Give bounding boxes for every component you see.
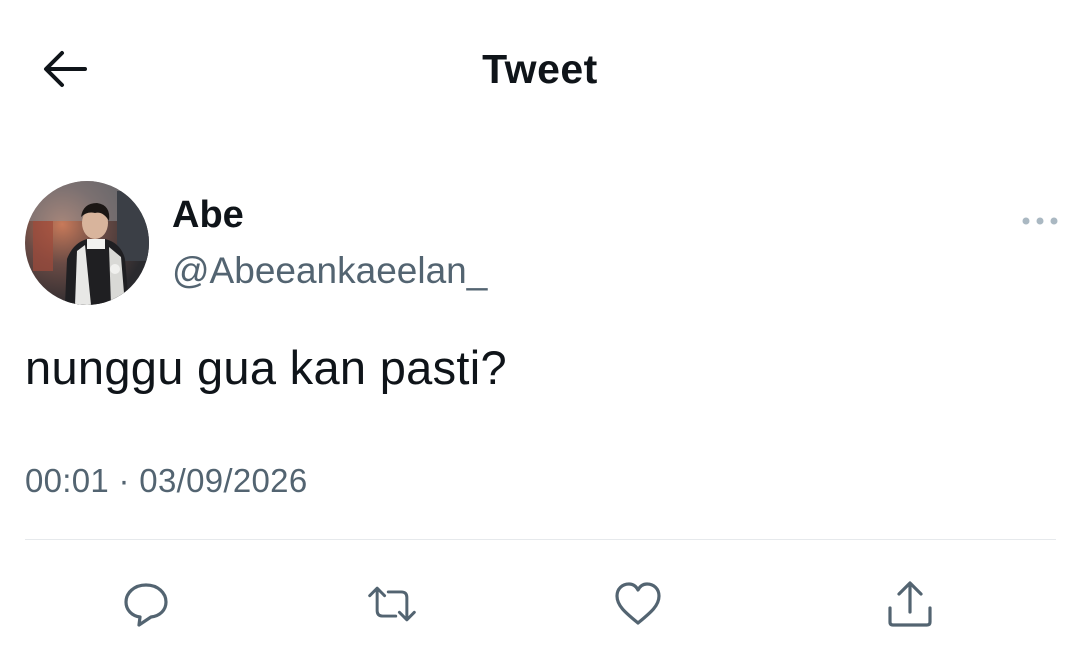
divider xyxy=(25,539,1056,540)
author-display-name[interactable]: Abe xyxy=(172,194,244,237)
tweet-text: nunggu gua kan pasti? xyxy=(25,341,507,394)
top-bar: Tweet xyxy=(0,0,1080,145)
reply-icon xyxy=(124,583,168,627)
like-button[interactable] xyxy=(612,578,664,630)
more-options-button[interactable] xyxy=(1018,206,1062,236)
avatar-photo xyxy=(25,181,149,305)
share-button[interactable] xyxy=(884,578,936,630)
more-horizontal-icon xyxy=(1022,217,1058,225)
avatar[interactable] xyxy=(25,181,149,305)
author-handle[interactable]: @Abeeankaeelan_ xyxy=(172,250,487,292)
tweet-timestamp[interactable]: 00:01 · 03/09/2026 xyxy=(25,462,307,500)
heart-icon xyxy=(615,582,661,625)
retweet-icon xyxy=(368,586,416,622)
reply-button[interactable] xyxy=(120,578,172,630)
retweet-button[interactable] xyxy=(366,578,418,630)
share-icon xyxy=(888,581,932,627)
page-title: Tweet xyxy=(482,46,598,92)
